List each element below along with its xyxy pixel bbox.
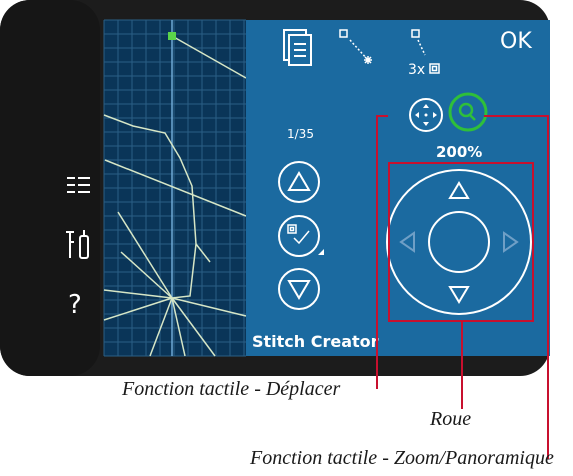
annotation-lines xyxy=(376,115,549,459)
zoom-caption: Fonction tactile - Zoom/Panoramique xyxy=(250,447,554,469)
move-caption: Fonction tactile - Déplacer xyxy=(122,378,341,400)
wheel-caption: Roue xyxy=(430,408,472,430)
